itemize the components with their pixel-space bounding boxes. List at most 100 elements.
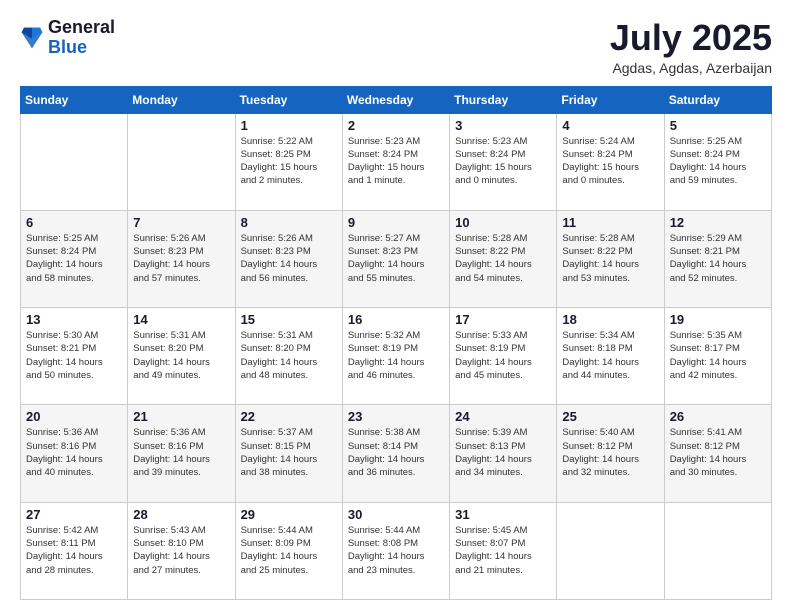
calendar-cell: 1Sunrise: 5:22 AM Sunset: 8:25 PM Daylig…: [235, 113, 342, 210]
calendar-cell: 19Sunrise: 5:35 AM Sunset: 8:17 PM Dayli…: [664, 308, 771, 405]
calendar-cell: 14 Sunrise: 5:31 AM Sunset: 8:20 PM Dayli…: [128, 308, 235, 405]
day-number: 25: [562, 409, 658, 424]
day-number: 16: [348, 312, 444, 327]
logo-blue: Blue: [48, 38, 115, 58]
day-info: Sunrise: 5:31 AM Sunset: 8:20 PM Dayligh…: [133, 329, 229, 382]
day-info: Sunrise: 5:36 AM Sunset: 8:16 PM Dayligh…: [26, 426, 122, 479]
calendar-cell: 16 Sunrise: 5:32 AM Sunset: 8:19 PM Dayli…: [342, 308, 449, 405]
calendar-cell: 6Sunrise: 5:25 AM Sunset: 8:24 PM Daylig…: [21, 210, 128, 307]
day-info: Sunrise: 5:32 AM Sunset: 8:19 PM Dayligh…: [348, 329, 444, 382]
day-info: Sunrise: 5:30 AM Sunset: 8:21 PM Dayligh…: [26, 329, 122, 382]
weekday-header: Saturday: [664, 86, 771, 113]
logo: General Blue: [20, 18, 115, 58]
day-info: Sunrise: 5:23 AM Sunset: 8:24 PM Dayligh…: [455, 135, 551, 188]
day-number: 12: [670, 215, 766, 230]
day-number: 24: [455, 409, 551, 424]
calendar-cell: 9 Sunrise: 5:27 AM Sunset: 8:23 PM Daylig…: [342, 210, 449, 307]
weekday-header: Thursday: [450, 86, 557, 113]
day-info: Sunrise: 5:44 AM Sunset: 8:08 PM Dayligh…: [348, 524, 444, 577]
calendar-cell: [21, 113, 128, 210]
calendar-cell: 12 Sunrise: 5:29 AM Sunset: 8:21 PM Dayli…: [664, 210, 771, 307]
calendar-cell: 28 Sunrise: 5:43 AM Sunset: 8:10 PM Dayli…: [128, 502, 235, 599]
calendar-cell: 27 Sunrise: 5:42 AM Sunset: 8:11 PM Dayli…: [21, 502, 128, 599]
calendar-cell: 13 Sunrise: 5:30 AM Sunset: 8:21 PM Dayli…: [21, 308, 128, 405]
day-info: Sunrise: 5:39 AM Sunset: 8:13 PM Dayligh…: [455, 426, 551, 479]
day-info: Sunrise: 5:29 AM Sunset: 8:21 PM Dayligh…: [670, 232, 766, 285]
calendar-cell: 5 Sunrise: 5:25 AM Sunset: 8:24 PM Daylig…: [664, 113, 771, 210]
calendar-cell: 26 Sunrise: 5:41 AM Sunset: 8:12 PM Dayli…: [664, 405, 771, 502]
day-info: Sunrise: 5:34 AM Sunset: 8:18 PM Dayligh…: [562, 329, 658, 382]
calendar-cell: 17 Sunrise: 5:33 AM Sunset: 8:19 PM Dayli…: [450, 308, 557, 405]
calendar-cell: 15Sunrise: 5:31 AM Sunset: 8:20 PM Dayli…: [235, 308, 342, 405]
day-number: 27: [26, 507, 122, 522]
day-number: 29: [241, 507, 337, 522]
calendar-week-row: 6Sunrise: 5:25 AM Sunset: 8:24 PM Daylig…: [21, 210, 772, 307]
calendar-cell: 8Sunrise: 5:26 AM Sunset: 8:23 PM Daylig…: [235, 210, 342, 307]
weekday-header: Wednesday: [342, 86, 449, 113]
calendar-cell: 22 Sunrise: 5:37 AM Sunset: 8:15 PM Dayli…: [235, 405, 342, 502]
calendar-week-row: 13 Sunrise: 5:30 AM Sunset: 8:21 PM Dayli…: [21, 308, 772, 405]
day-info: Sunrise: 5:42 AM Sunset: 8:11 PM Dayligh…: [26, 524, 122, 577]
day-info: Sunrise: 5:25 AM Sunset: 8:24 PM Dayligh…: [670, 135, 766, 188]
day-info: Sunrise: 5:33 AM Sunset: 8:19 PM Dayligh…: [455, 329, 551, 382]
day-number: 2: [348, 118, 444, 133]
day-number: 19: [670, 312, 766, 327]
calendar-cell: 2 Sunrise: 5:23 AM Sunset: 8:24 PM Daylig…: [342, 113, 449, 210]
calendar-cell: 4 Sunrise: 5:24 AM Sunset: 8:24 PM Daylig…: [557, 113, 664, 210]
day-info: Sunrise: 5:41 AM Sunset: 8:12 PM Dayligh…: [670, 426, 766, 479]
calendar-cell: [128, 113, 235, 210]
day-number: 11: [562, 215, 658, 230]
calendar-cell: 11Sunrise: 5:28 AM Sunset: 8:22 PM Dayli…: [557, 210, 664, 307]
day-info: Sunrise: 5:36 AM Sunset: 8:16 PM Dayligh…: [133, 426, 229, 479]
day-number: 4: [562, 118, 658, 133]
day-info: Sunrise: 5:44 AM Sunset: 8:09 PM Dayligh…: [241, 524, 337, 577]
day-number: 3: [455, 118, 551, 133]
day-number: 13: [26, 312, 122, 327]
calendar-header-row: SundayMondayTuesdayWednesdayThursdayFrid…: [21, 86, 772, 113]
day-info: Sunrise: 5:28 AM Sunset: 8:22 PM Dayligh…: [455, 232, 551, 285]
day-number: 21: [133, 409, 229, 424]
calendar-cell: [664, 502, 771, 599]
day-number: 17: [455, 312, 551, 327]
page-header: General Blue July 2025 Agdas, Agdas, Aze…: [20, 18, 772, 76]
day-number: 20: [26, 409, 122, 424]
day-number: 6: [26, 215, 122, 230]
day-number: 14: [133, 312, 229, 327]
calendar-cell: 18 Sunrise: 5:34 AM Sunset: 8:18 PM Dayli…: [557, 308, 664, 405]
logo-general: General: [48, 18, 115, 38]
day-number: 9: [348, 215, 444, 230]
day-info: Sunrise: 5:26 AM Sunset: 8:23 PM Dayligh…: [241, 232, 337, 285]
day-number: 22: [241, 409, 337, 424]
logo-text: General Blue: [48, 18, 115, 58]
calendar-cell: 31Sunrise: 5:45 AM Sunset: 8:07 PM Dayli…: [450, 502, 557, 599]
calendar-week-row: 1Sunrise: 5:22 AM Sunset: 8:25 PM Daylig…: [21, 113, 772, 210]
day-number: 18: [562, 312, 658, 327]
calendar-cell: 23Sunrise: 5:38 AM Sunset: 8:14 PM Dayli…: [342, 405, 449, 502]
day-info: Sunrise: 5:45 AM Sunset: 8:07 PM Dayligh…: [455, 524, 551, 577]
weekday-header: Sunday: [21, 86, 128, 113]
day-info: Sunrise: 5:24 AM Sunset: 8:24 PM Dayligh…: [562, 135, 658, 188]
day-info: Sunrise: 5:43 AM Sunset: 8:10 PM Dayligh…: [133, 524, 229, 577]
day-number: 7: [133, 215, 229, 230]
day-number: 30: [348, 507, 444, 522]
day-number: 5: [670, 118, 766, 133]
weekday-header: Monday: [128, 86, 235, 113]
day-number: 28: [133, 507, 229, 522]
location: Agdas, Agdas, Azerbaijan: [610, 60, 772, 76]
calendar-cell: 30 Sunrise: 5:44 AM Sunset: 8:08 PM Dayli…: [342, 502, 449, 599]
day-info: Sunrise: 5:27 AM Sunset: 8:23 PM Dayligh…: [348, 232, 444, 285]
calendar-week-row: 27 Sunrise: 5:42 AM Sunset: 8:11 PM Dayli…: [21, 502, 772, 599]
day-number: 26: [670, 409, 766, 424]
calendar-table: SundayMondayTuesdayWednesdayThursdayFrid…: [20, 86, 772, 600]
title-block: July 2025 Agdas, Agdas, Azerbaijan: [610, 18, 772, 76]
day-info: Sunrise: 5:31 AM Sunset: 8:20 PM Dayligh…: [241, 329, 337, 382]
weekday-header: Friday: [557, 86, 664, 113]
month-title: July 2025: [610, 18, 772, 58]
day-number: 10: [455, 215, 551, 230]
weekday-header: Tuesday: [235, 86, 342, 113]
day-number: 1: [241, 118, 337, 133]
calendar-cell: 29 Sunrise: 5:44 AM Sunset: 8:09 PM Dayli…: [235, 502, 342, 599]
day-info: Sunrise: 5:37 AM Sunset: 8:15 PM Dayligh…: [241, 426, 337, 479]
calendar-cell: [557, 502, 664, 599]
day-info: Sunrise: 5:23 AM Sunset: 8:24 PM Dayligh…: [348, 135, 444, 188]
